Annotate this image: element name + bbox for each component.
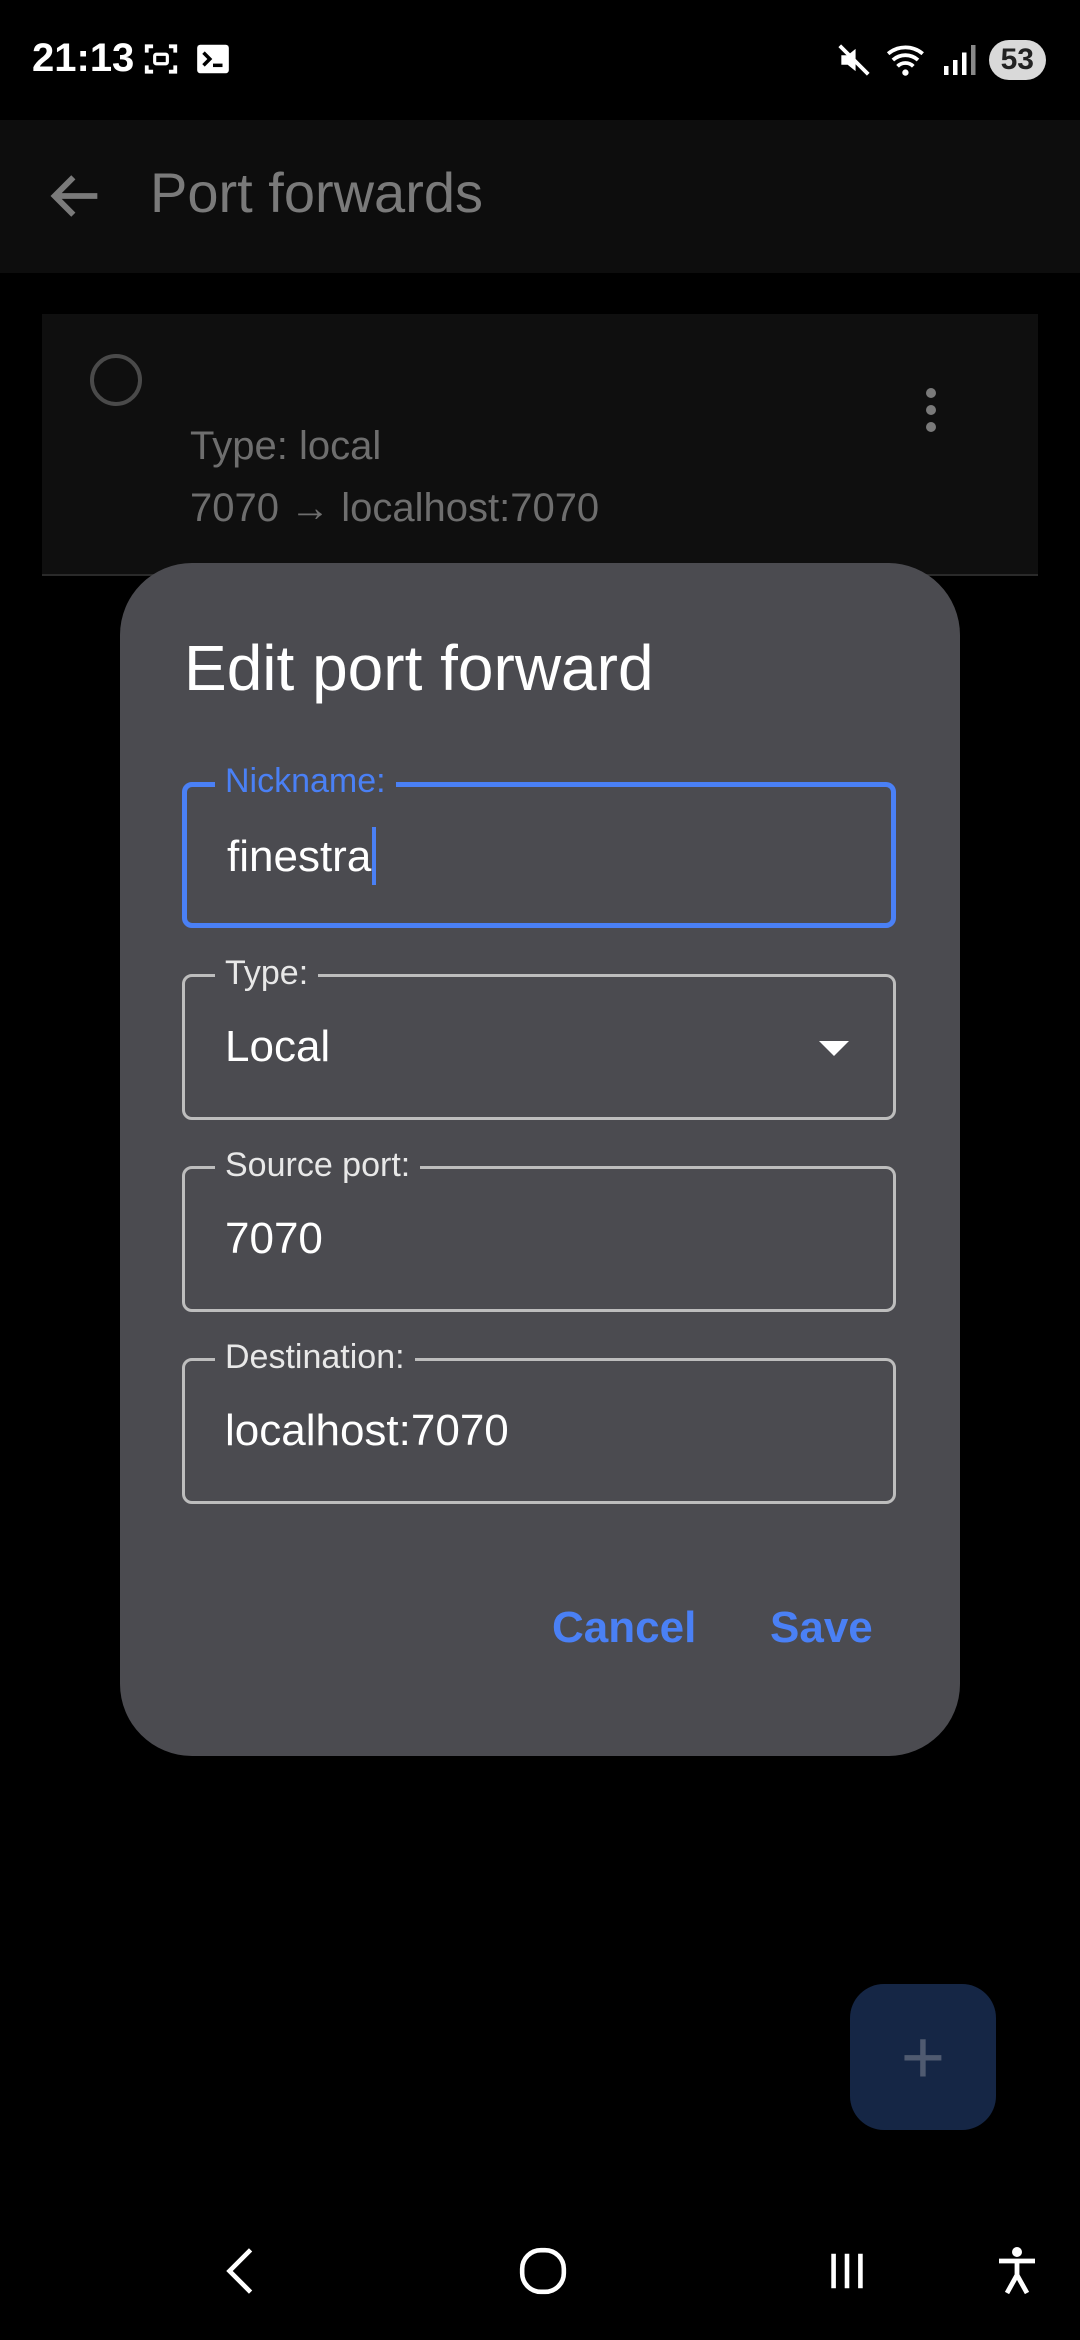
dialog-title: Edit port forward <box>184 632 654 704</box>
nav-back-button[interactable] <box>196 2226 286 2316</box>
nickname-value-wrap: finestra <box>227 827 377 887</box>
text-cursor <box>372 827 377 885</box>
kebab-dot <box>926 422 936 432</box>
terminal-icon <box>197 44 229 74</box>
destination-value: localhost:7070 <box>225 1406 509 1455</box>
wifi-icon <box>886 45 924 76</box>
edit-dialog: Edit port forward Nickname: finestra Typ… <box>120 563 960 1756</box>
more-options-icon[interactable] <box>926 388 938 432</box>
nickname-value: finestra <box>227 832 372 881</box>
screenshot-icon <box>144 44 178 74</box>
item-route-text: 7070 → localhost:7070 <box>190 486 600 530</box>
nickname-label: Nickname: <box>215 759 396 803</box>
destination-field[interactable]: Destination: localhost:7070 <box>182 1335 896 1504</box>
add-button[interactable]: + <box>850 1984 996 2130</box>
kebab-dot <box>926 405 936 415</box>
status-bar: 21:13 53 <box>0 0 1080 120</box>
nickname-field[interactable]: Nickname: finestra <box>182 759 896 928</box>
accessibility-icon <box>999 2247 1035 2295</box>
destination-label: Destination: <box>215 1335 415 1379</box>
page-title: Port forwards <box>150 161 483 224</box>
nav-recents-icon <box>831 2253 863 2289</box>
nav-recents-button[interactable] <box>802 2226 892 2316</box>
status-icons-left <box>142 40 232 78</box>
status-time: 21:13 <box>32 36 135 80</box>
accessibility-button[interactable] <box>972 2226 1062 2316</box>
type-label: Type: <box>215 951 319 995</box>
battery-indicator: 53 <box>988 40 1046 80</box>
radio-button[interactable] <box>90 354 142 406</box>
save-button[interactable]: Save <box>770 1603 873 1653</box>
nav-back-icon <box>226 2248 253 2294</box>
navigation-bar <box>0 2200 1080 2340</box>
source-port-value: 7070 <box>225 1214 323 1263</box>
dropdown-arrow-icon[interactable] <box>819 1041 849 1056</box>
signal-icon <box>943 45 976 75</box>
type-value: Local <box>225 1022 331 1071</box>
mute-icon <box>838 44 870 76</box>
source-port-label: Source port: <box>215 1143 421 1187</box>
status-icons-right: 53 <box>835 40 1046 80</box>
kebab-dot <box>926 388 936 398</box>
nav-home-icon <box>519 2247 567 2295</box>
plus-icon: + <box>900 2014 946 2100</box>
source-port-field[interactable]: Source port: 7070 <box>182 1143 896 1312</box>
nav-home-button[interactable] <box>498 2226 588 2316</box>
back-arrow-icon[interactable] <box>44 164 108 228</box>
item-type-text: Type: local <box>190 424 382 468</box>
type-select[interactable]: Type: Local <box>182 951 896 1120</box>
list-item[interactable]: Type: local 7070 → localhost:7070 <box>42 314 1038 576</box>
app-bar: Port forwards <box>0 120 1080 273</box>
cancel-button[interactable]: Cancel <box>552 1603 696 1653</box>
